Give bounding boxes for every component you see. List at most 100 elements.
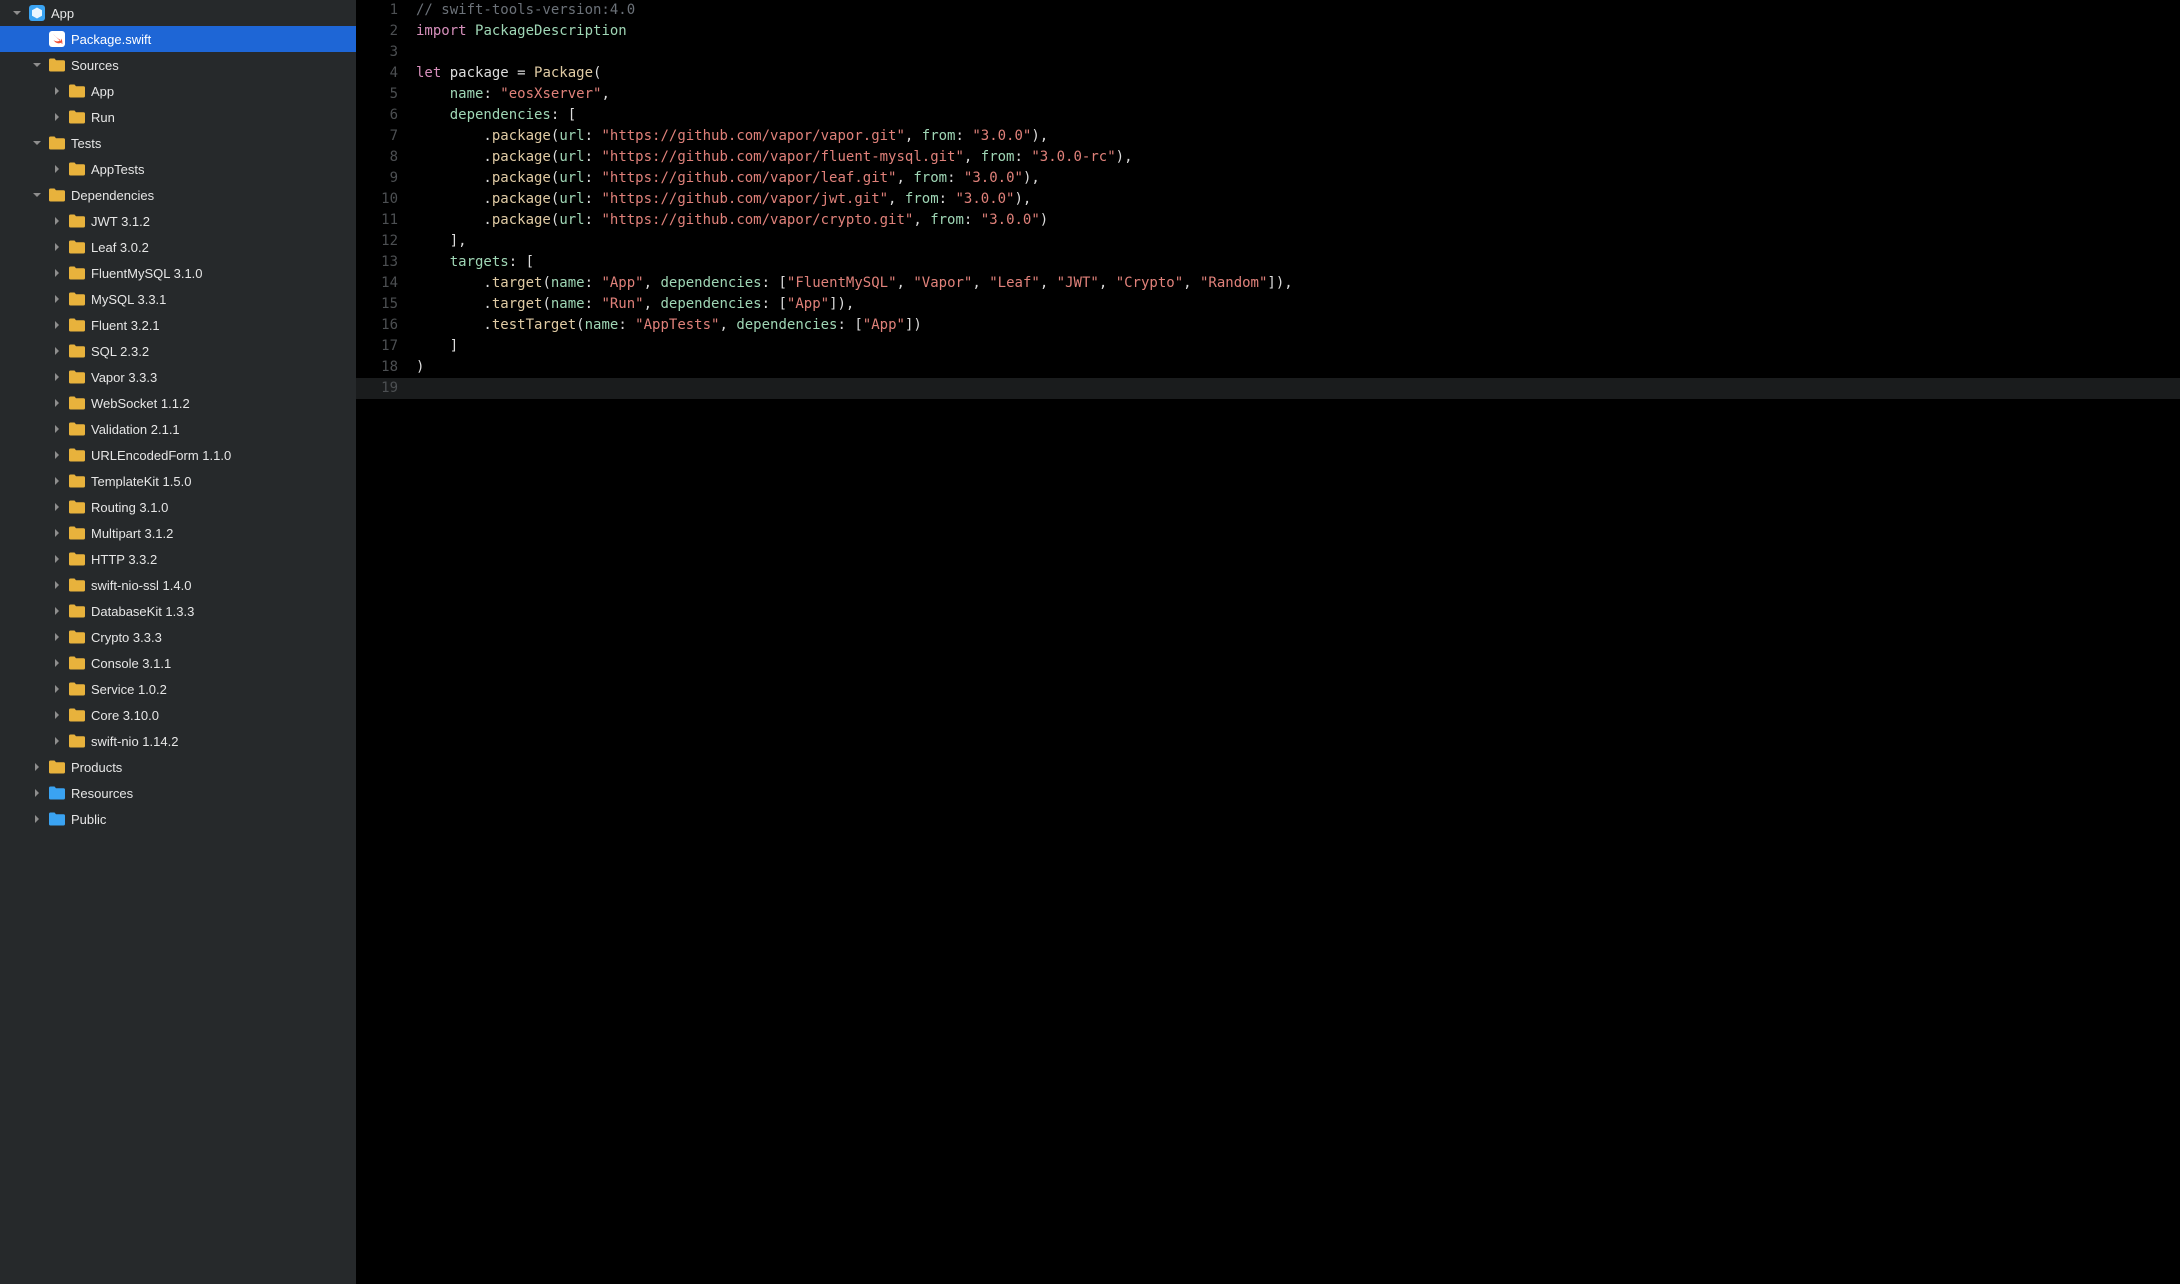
line-content[interactable]: .target(name: "Run", dependencies: ["App… (416, 294, 854, 315)
code-line[interactable]: 2import PackageDescription (356, 21, 2180, 42)
tree-item[interactable]: HTTP 3.3.2 (0, 546, 356, 572)
disclosure-right-icon[interactable] (50, 240, 64, 254)
tree-item[interactable]: JWT 3.1.2 (0, 208, 356, 234)
disclosure-right-icon[interactable] (50, 474, 64, 488)
line-content[interactable]: .package(url: "https://github.com/vapor/… (416, 189, 1031, 210)
line-content[interactable]: .package(url: "https://github.com/vapor/… (416, 168, 1040, 189)
line-content[interactable]: ], (416, 231, 467, 252)
tree-item[interactable]: App (0, 78, 356, 104)
disclosure-down-icon[interactable] (30, 58, 44, 72)
tree-item[interactable]: Products (0, 754, 356, 780)
line-content[interactable]: ] (416, 336, 458, 357)
tree-item[interactable]: FluentMySQL 3.1.0 (0, 260, 356, 286)
disclosure-right-icon[interactable] (50, 84, 64, 98)
tree-item[interactable]: Tests (0, 130, 356, 156)
line-content[interactable]: .package(url: "https://github.com/vapor/… (416, 147, 1133, 168)
line-content[interactable]: targets: [ (416, 252, 534, 273)
tree-item[interactable]: Package.swift (0, 26, 356, 52)
disclosure-right-icon[interactable] (50, 162, 64, 176)
tree-item[interactable]: Crypto 3.3.3 (0, 624, 356, 650)
tree-item[interactable]: URLEncodedForm 1.1.0 (0, 442, 356, 468)
tree-item[interactable]: DatabaseKit 1.3.3 (0, 598, 356, 624)
disclosure-right-icon[interactable] (50, 734, 64, 748)
disclosure-right-icon[interactable] (50, 578, 64, 592)
disclosure-down-icon[interactable] (30, 188, 44, 202)
disclosure-right-icon[interactable] (50, 526, 64, 540)
disclosure-right-icon[interactable] (50, 656, 64, 670)
disclosure-right-icon[interactable] (50, 604, 64, 618)
line-content[interactable]: // swift-tools-version:4.0 (416, 0, 635, 21)
file-navigator[interactable]: AppPackage.swiftSourcesAppRunTestsAppTes… (0, 0, 356, 1284)
disclosure-right-icon[interactable] (50, 370, 64, 384)
disclosure-right-icon[interactable] (50, 422, 64, 436)
code-line[interactable]: 16 .testTarget(name: "AppTests", depende… (356, 315, 2180, 336)
line-content[interactable]: .testTarget(name: "AppTests", dependenci… (416, 315, 922, 336)
disclosure-right-icon[interactable] (50, 318, 64, 332)
code-line[interactable]: 3 (356, 42, 2180, 63)
code-line[interactable]: 19 (356, 378, 2180, 399)
line-content[interactable]: .package(url: "https://github.com/vapor/… (416, 126, 1048, 147)
tree-item[interactable]: Resources (0, 780, 356, 806)
code-line[interactable]: 1// swift-tools-version:4.0 (356, 0, 2180, 21)
tree-item[interactable]: Leaf 3.0.2 (0, 234, 356, 260)
code-line[interactable]: 7 .package(url: "https://github.com/vapo… (356, 126, 2180, 147)
disclosure-down-icon[interactable] (30, 136, 44, 150)
code-line[interactable]: 8 .package(url: "https://github.com/vapo… (356, 147, 2180, 168)
tree-item[interactable]: Public (0, 806, 356, 832)
tree-item[interactable]: Validation 2.1.1 (0, 416, 356, 442)
tree-item[interactable]: Console 3.1.1 (0, 650, 356, 676)
disclosure-right-icon[interactable] (50, 682, 64, 696)
disclosure-right-icon[interactable] (50, 500, 64, 514)
tree-item[interactable]: swift-nio-ssl 1.4.0 (0, 572, 356, 598)
code-line[interactable]: 18) (356, 357, 2180, 378)
disclosure-right-icon[interactable] (50, 266, 64, 280)
tree-item[interactable]: Sources (0, 52, 356, 78)
code-line[interactable]: 5 name: "eosXserver", (356, 84, 2180, 105)
line-content[interactable]: import PackageDescription (416, 21, 627, 42)
line-content[interactable]: .package(url: "https://github.com/vapor/… (416, 210, 1048, 231)
disclosure-right-icon[interactable] (50, 292, 64, 306)
disclosure-right-icon[interactable] (50, 448, 64, 462)
disclosure-right-icon[interactable] (50, 396, 64, 410)
code-line[interactable]: 15 .target(name: "Run", dependencies: ["… (356, 294, 2180, 315)
code-line[interactable]: 6 dependencies: [ (356, 105, 2180, 126)
disclosure-right-icon[interactable] (30, 760, 44, 774)
tree-item[interactable]: Service 1.0.2 (0, 676, 356, 702)
disclosure-down-icon[interactable] (10, 6, 24, 20)
tree-item[interactable]: AppTests (0, 156, 356, 182)
code-line[interactable]: 17 ] (356, 336, 2180, 357)
tree-item[interactable]: Routing 3.1.0 (0, 494, 356, 520)
tree-item[interactable]: Multipart 3.1.2 (0, 520, 356, 546)
disclosure-right-icon[interactable] (30, 812, 44, 826)
code-line[interactable]: 12 ], (356, 231, 2180, 252)
line-content[interactable]: .target(name: "App", dependencies: ["Flu… (416, 273, 1293, 294)
code-line[interactable]: 9 .package(url: "https://github.com/vapo… (356, 168, 2180, 189)
tree-item[interactable]: SQL 2.3.2 (0, 338, 356, 364)
tree-item[interactable]: Run (0, 104, 356, 130)
tree-item[interactable]: Fluent 3.2.1 (0, 312, 356, 338)
tree-item[interactable]: Core 3.10.0 (0, 702, 356, 728)
line-content[interactable]: ) (416, 357, 424, 378)
code-editor[interactable]: 1// swift-tools-version:4.02import Packa… (356, 0, 2180, 1284)
code-line[interactable]: 13 targets: [ (356, 252, 2180, 273)
line-content[interactable]: name: "eosXserver", (416, 84, 610, 105)
disclosure-right-icon[interactable] (50, 708, 64, 722)
code-line[interactable]: 14 .target(name: "App", dependencies: ["… (356, 273, 2180, 294)
disclosure-right-icon[interactable] (50, 630, 64, 644)
disclosure-right-icon[interactable] (50, 344, 64, 358)
tree-item[interactable]: App (0, 0, 356, 26)
tree-item[interactable]: WebSocket 1.1.2 (0, 390, 356, 416)
disclosure-right-icon[interactable] (50, 214, 64, 228)
tree-item[interactable]: Vapor 3.3.3 (0, 364, 356, 390)
line-content[interactable]: dependencies: [ (416, 105, 576, 126)
disclosure-right-icon[interactable] (30, 786, 44, 800)
code-line[interactable]: 10 .package(url: "https://github.com/vap… (356, 189, 2180, 210)
code-line[interactable]: 4let package = Package( (356, 63, 2180, 84)
code-line[interactable]: 11 .package(url: "https://github.com/vap… (356, 210, 2180, 231)
disclosure-right-icon[interactable] (50, 552, 64, 566)
disclosure-right-icon[interactable] (50, 110, 64, 124)
line-content[interactable]: let package = Package( (416, 63, 601, 84)
tree-item[interactable]: swift-nio 1.14.2 (0, 728, 356, 754)
tree-item[interactable]: TemplateKit 1.5.0 (0, 468, 356, 494)
tree-item[interactable]: MySQL 3.3.1 (0, 286, 356, 312)
